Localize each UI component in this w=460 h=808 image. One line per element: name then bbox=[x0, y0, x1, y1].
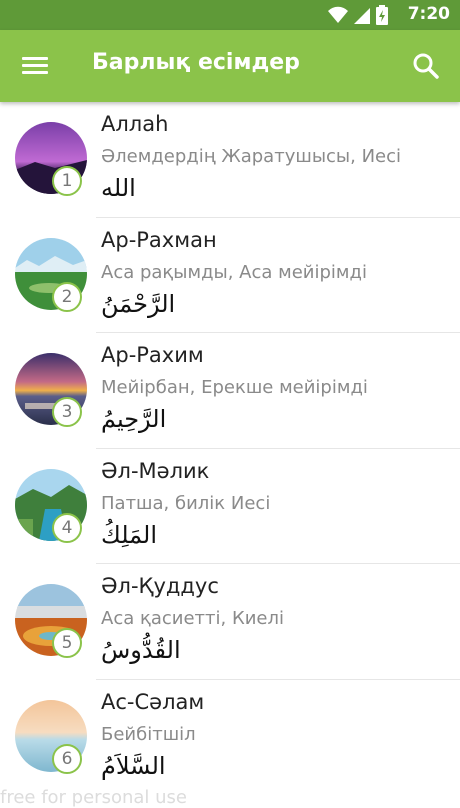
name-title: Әл-Мәлик bbox=[101, 458, 210, 483]
list-item[interactable]: 3 Ар-Рахим Мейірбан, Ерекше мейірімді ال… bbox=[0, 333, 460, 449]
name-title: Ар-Рахман bbox=[101, 227, 217, 252]
list-item[interactable]: 5 Әл-Қуддус Аса қасиетті, Киелі القُدُّو… bbox=[0, 564, 460, 680]
signal-icon bbox=[354, 8, 370, 24]
list-item[interactable]: 2 Ар-Рахман Аса рақымды, Аса мейірімді ا… bbox=[0, 218, 460, 333]
number-badge: 5 bbox=[52, 628, 82, 658]
name-arabic: الرَّحِيمُ bbox=[101, 405, 167, 433]
name-meaning: Мейірбан, Ерекше мейірімді bbox=[101, 377, 368, 398]
name-arabic: المَلِكُ bbox=[101, 520, 158, 549]
name-meaning: Бейбітшіл bbox=[101, 723, 196, 745]
name-meaning: Әлемдердің Жаратушысы, Иесі bbox=[101, 146, 402, 167]
name-arabic: الرَّحْمَنُ bbox=[101, 289, 176, 318]
name-arabic: القُدُّوسُ bbox=[101, 636, 181, 664]
number-badge: 6 bbox=[52, 743, 82, 774]
search-icon[interactable] bbox=[412, 52, 440, 80]
name-title: Аллаh bbox=[101, 112, 169, 136]
list-item[interactable]: 4 Әл-Мәлик Патша, билік Иесі المَلِكُ bbox=[0, 449, 460, 564]
watermark: free for personal use bbox=[0, 787, 187, 808]
name-title: Ар-Рахим bbox=[101, 343, 204, 367]
name-meaning: Аса қасиетті, Киелі bbox=[101, 608, 285, 629]
name-arabic: الله bbox=[101, 174, 136, 202]
number-badge: 3 bbox=[52, 397, 82, 427]
number-badge: 2 bbox=[52, 281, 82, 312]
name-title: Ас-Сәлам bbox=[101, 689, 205, 714]
menu-icon[interactable] bbox=[22, 54, 48, 78]
name-meaning: Аса рақымды, Аса мейірімді bbox=[101, 261, 367, 283]
battery-icon bbox=[376, 5, 388, 25]
names-list: 1 Аллаh Әлемдердің Жаратушысы, Иесі الله… bbox=[0, 102, 460, 795]
number-badge: 4 bbox=[52, 512, 82, 543]
app-bar: Барлық есімдер bbox=[0, 30, 460, 102]
name-arabic: السَّلاَمُ bbox=[101, 751, 166, 780]
number-badge: 1 bbox=[52, 166, 82, 196]
status-bar: 7:20 bbox=[0, 0, 460, 30]
list-item[interactable]: 1 Аллаh Әлемдердің Жаратушысы, Иесі الله bbox=[0, 102, 460, 218]
status-time: 7:20 bbox=[407, 4, 450, 24]
status-icons bbox=[328, 5, 388, 25]
name-meaning: Патша, билік Иесі bbox=[101, 492, 271, 514]
wifi-icon bbox=[328, 6, 348, 23]
name-title: Әл-Қуддус bbox=[101, 574, 219, 598]
list-item[interactable]: 6 Ас-Сәлам Бейбітшіл السَّلاَمُ bbox=[0, 680, 460, 796]
page-title: Барлық есімдер bbox=[92, 50, 300, 75]
